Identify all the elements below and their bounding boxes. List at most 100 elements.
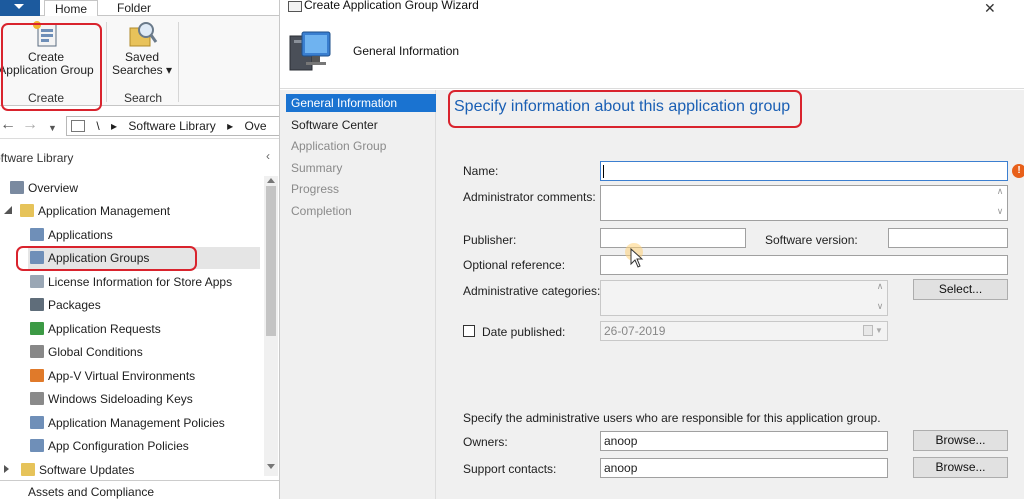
- browse-owners-button[interactable]: Browse...: [913, 430, 1008, 451]
- text-caret: [603, 165, 604, 178]
- folder-icon: [20, 204, 34, 217]
- overview-icon: [10, 181, 24, 194]
- step-software-center[interactable]: Software Center: [286, 116, 436, 134]
- ribbon-group-separator: [106, 22, 107, 102]
- tab-folder[interactable]: Folder: [107, 0, 161, 17]
- close-icon[interactable]: ✕: [984, 0, 996, 17]
- optional-reference-input[interactable]: [600, 255, 1008, 275]
- step-summary[interactable]: Summary: [286, 159, 436, 177]
- breadcrumb-software-library[interactable]: Software Library: [128, 119, 215, 133]
- name-input[interactable]: [600, 161, 1008, 181]
- wizard-titlebar: Create Application Group Wizard ✕: [280, 0, 1024, 16]
- owners-value: anoop: [604, 434, 638, 448]
- date-published-checkbox[interactable]: [463, 325, 475, 337]
- highlight-application-groups: [16, 246, 197, 271]
- collapse-pane-icon[interactable]: ‹: [266, 149, 270, 163]
- tree-item-label: Applications: [48, 228, 113, 242]
- admin-comments-textarea[interactable]: [600, 185, 1008, 221]
- tree-item-application-requests[interactable]: Application Requests: [30, 318, 161, 340]
- computer-icon: [289, 31, 331, 71]
- tree-item-overview[interactable]: Overview: [10, 177, 78, 199]
- wizard-steps: General Information Software Center Appl…: [280, 90, 436, 499]
- tree-item-label: App-V Virtual Environments: [48, 369, 196, 383]
- ribbon-tabs: Home Folder: [0, 0, 279, 17]
- console-panel: Home Folder Create Application Group Cre…: [0, 0, 280, 499]
- breadcrumb-overview[interactable]: Ove: [245, 119, 267, 133]
- policy-icon: [30, 416, 44, 429]
- packages-icon: [30, 298, 44, 311]
- step-completion[interactable]: Completion: [286, 202, 436, 220]
- config-policy-icon: [30, 439, 44, 452]
- tree-item-packages[interactable]: Packages: [30, 294, 101, 316]
- scroll-thumb[interactable]: [266, 186, 276, 336]
- dropdown-arrow-icon: [14, 4, 24, 9]
- name-label: Name:: [463, 164, 499, 178]
- tree-item-software-updates[interactable]: Software Updates: [4, 459, 134, 481]
- tree-item-license-information[interactable]: License Information for Store Apps: [30, 271, 232, 293]
- tree-item-label: Application Requests: [48, 322, 161, 336]
- file-menu-button[interactable]: [0, 0, 40, 16]
- software-version-input[interactable]: [888, 228, 1008, 248]
- tree-item-label: Overview: [28, 181, 79, 195]
- tree-item-label: Application Management Policies: [48, 416, 225, 430]
- collapsed-chevron-icon[interactable]: [4, 465, 13, 473]
- tree-item-global-conditions[interactable]: Global Conditions: [30, 341, 143, 363]
- tree-item-label: Packages: [48, 298, 101, 312]
- tree-item-application-management[interactable]: Application Management: [4, 200, 170, 222]
- tree-item-appv-environments[interactable]: App-V Virtual Environments: [30, 365, 195, 387]
- select-categories-button[interactable]: Select...: [913, 279, 1008, 300]
- browse-support-contacts-button[interactable]: Browse...: [913, 457, 1008, 478]
- breadcrumb[interactable]: \ ▸ Software Library ▸ Ove: [66, 116, 279, 136]
- tab-home[interactable]: Home: [44, 0, 99, 17]
- history-dropdown-icon[interactable]: ▼: [48, 120, 57, 136]
- tree-item-sideloading-keys[interactable]: Windows Sideloading Keys: [30, 388, 193, 410]
- folder-icon: [21, 463, 35, 476]
- scroll-up-icon[interactable]: ∧: [994, 186, 1006, 197]
- forward-arrow-icon[interactable]: →: [22, 117, 38, 133]
- back-arrow-icon[interactable]: ←: [0, 117, 16, 133]
- support-contacts-input[interactable]: anoop: [600, 458, 888, 478]
- key-icon: [30, 392, 44, 405]
- breadcrumb-separator: ▸: [111, 119, 118, 133]
- highlight-create-button: [1, 23, 102, 111]
- tree-item-label: Global Conditions: [48, 345, 143, 359]
- scroll-down-icon[interactable]: ∨: [994, 206, 1006, 217]
- tree-item-label: Windows Sideloading Keys: [48, 392, 193, 406]
- step-application-group[interactable]: Application Group: [286, 137, 436, 155]
- breadcrumb-root[interactable]: \: [96, 119, 99, 133]
- workspace-assets-and-compliance[interactable]: Assets and Compliance: [0, 480, 279, 499]
- date-published-picker: 26-07-2019 ▼: [600, 321, 888, 341]
- mouse-pointer-icon: [630, 248, 644, 268]
- saved-searches-icon: [129, 22, 158, 47]
- required-error-icon: !: [1012, 164, 1024, 178]
- tree-item-applications[interactable]: Applications: [30, 224, 113, 246]
- window-icon: [288, 1, 302, 12]
- global-conditions-icon: [30, 345, 44, 358]
- scroll-up-icon[interactable]: [267, 178, 275, 183]
- support-contacts-value: anoop: [604, 461, 638, 475]
- publisher-input[interactable]: [600, 228, 746, 248]
- owners-input[interactable]: anoop: [600, 431, 888, 451]
- publisher-label: Publisher:: [463, 233, 517, 247]
- saved-searches-button[interactable]: Saved Searches ▾: [110, 20, 174, 77]
- owners-note: Specify the administrative users who are…: [463, 411, 881, 425]
- calendar-icon: [863, 325, 873, 336]
- tree-item-app-management-policies[interactable]: Application Management Policies: [30, 412, 225, 434]
- software-version-label: Software version:: [765, 233, 858, 247]
- expanded-chevron-icon[interactable]: [4, 206, 12, 214]
- step-progress[interactable]: Progress: [286, 180, 436, 198]
- highlight-heading: [448, 90, 802, 128]
- workspace-title: oftware Library: [0, 151, 74, 165]
- tree-scrollbar[interactable]: [264, 176, 278, 476]
- wizard-window: Create Application Group Wizard ✕ Genera…: [280, 0, 1024, 499]
- breadcrumb-separator: ▸: [227, 119, 234, 133]
- workspace-header: oftware Library ‹: [0, 147, 279, 167]
- scroll-up-icon: ∧: [876, 281, 884, 291]
- scroll-down-icon[interactable]: [267, 464, 275, 469]
- tree-item-label: App Configuration Policies: [48, 439, 189, 453]
- support-contacts-label: Support contacts:: [463, 462, 557, 476]
- wizard-title: Create Application Group Wizard: [304, 0, 479, 12]
- wizard-page-title: General Information: [353, 44, 460, 58]
- step-general-information[interactable]: General Information: [286, 94, 436, 112]
- tree-item-app-configuration-policies[interactable]: App Configuration Policies: [30, 435, 189, 457]
